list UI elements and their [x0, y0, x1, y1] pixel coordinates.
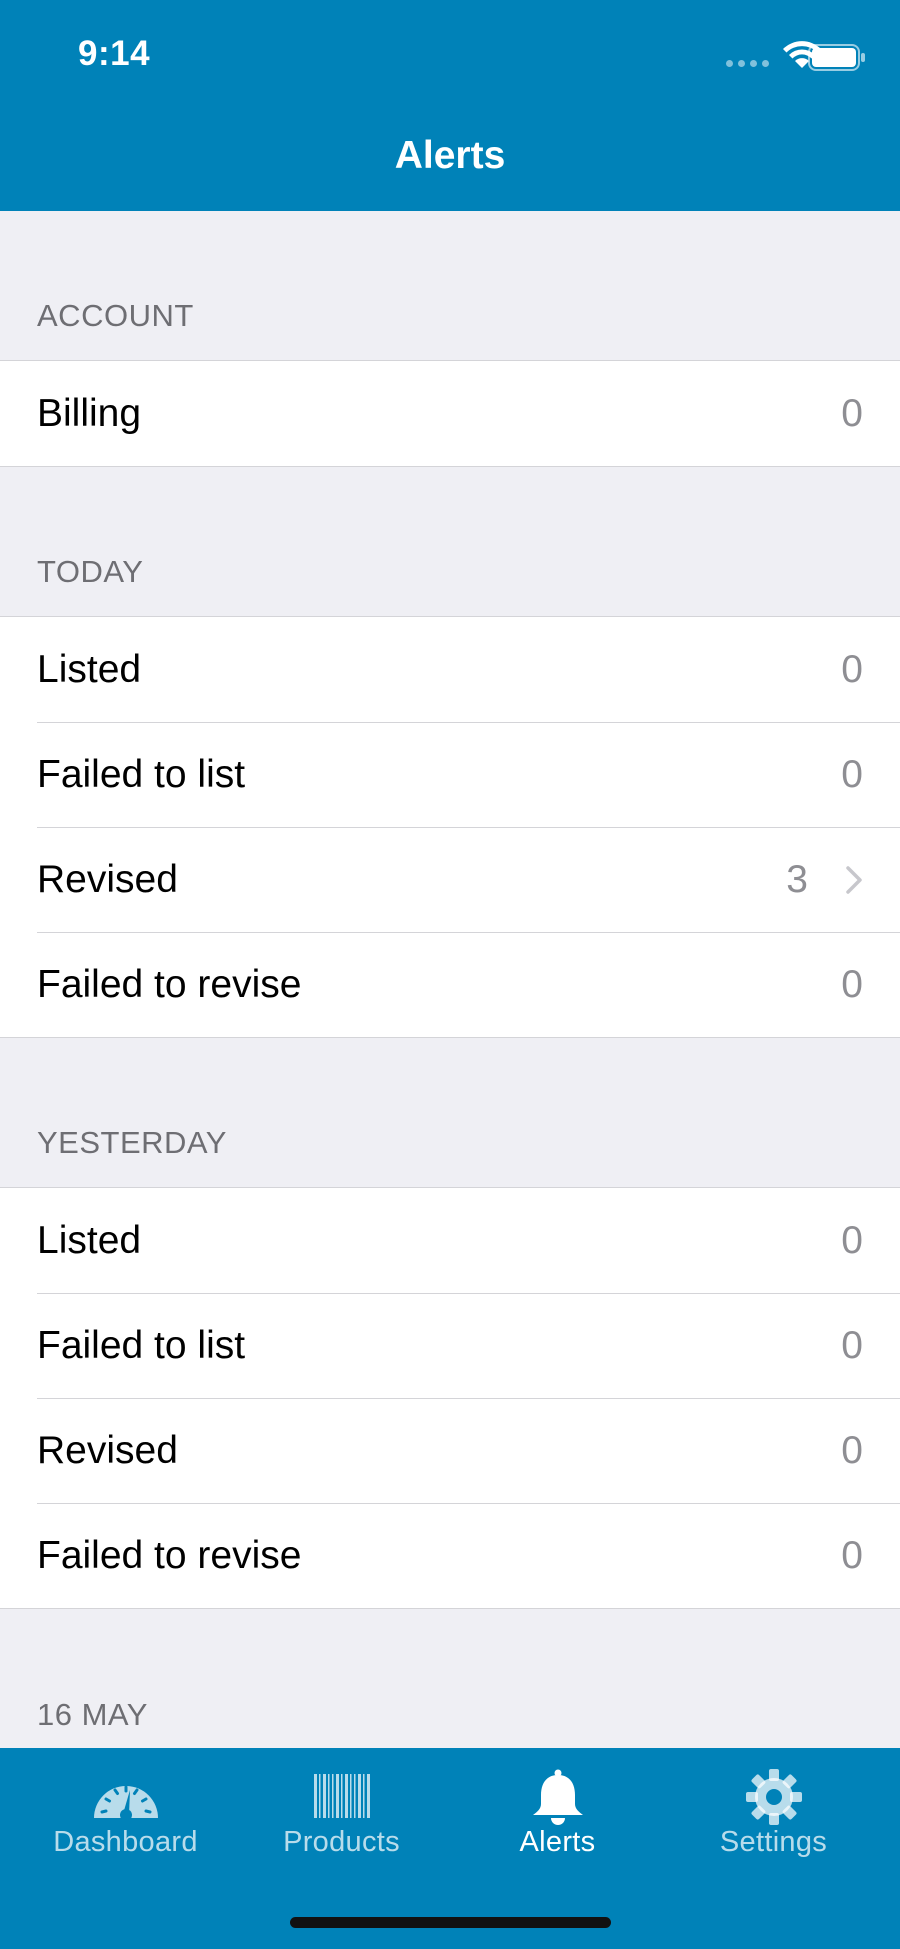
- row-label: Billing: [37, 392, 142, 435]
- section-header-account: ACCOUNT: [0, 211, 900, 361]
- row-label: Failed to revise: [37, 1534, 302, 1577]
- row-count: 3: [786, 858, 808, 901]
- section-header-16-may: 16 MAY: [0, 1609, 900, 1759]
- row-count: 0: [841, 1534, 863, 1577]
- section-header-label: 16 MAY: [37, 1697, 148, 1732]
- row-label: Failed to revise: [37, 963, 302, 1006]
- list-item-today-failed-to-revise[interactable]: Failed to revise 0: [0, 932, 900, 1037]
- section-yesterday: Listed 0 Failed to list 0 Revised 0 Fail…: [0, 1188, 900, 1609]
- battery-icon: [808, 44, 865, 71]
- gear-icon: [746, 1769, 802, 1825]
- row-count: 0: [841, 1429, 863, 1472]
- alerts-list[interactable]: ACCOUNT Billing 0 TODAY Listed 0 Failed …: [0, 211, 900, 1759]
- list-item-yesterday-failed-to-list[interactable]: Failed to list 0: [0, 1293, 900, 1398]
- tab-label: Alerts: [519, 1826, 596, 1858]
- section-header-label: ACCOUNT: [37, 298, 194, 333]
- cellular-signal-icon: [726, 60, 770, 67]
- row-count: 0: [841, 648, 863, 691]
- row-count: 0: [841, 1219, 863, 1262]
- row-label: Listed: [37, 648, 142, 691]
- row-count: 0: [841, 963, 863, 1006]
- list-item-today-failed-to-list[interactable]: Failed to list 0: [0, 722, 900, 827]
- tab-dashboard[interactable]: Dashboard: [13, 1748, 238, 1868]
- tab-products[interactable]: Products: [229, 1748, 454, 1868]
- dashboard-gauge-icon: [94, 1785, 158, 1821]
- row-count: 0: [841, 392, 863, 435]
- chevron-right-icon: [846, 866, 862, 894]
- tab-label: Products: [283, 1826, 400, 1858]
- list-item-today-revised[interactable]: Revised 3: [0, 827, 900, 932]
- list-item-yesterday-listed[interactable]: Listed 0: [0, 1188, 900, 1293]
- barcode-icon: [314, 1774, 370, 1818]
- home-indicator[interactable]: [290, 1917, 611, 1928]
- section-header-today: TODAY: [0, 467, 900, 617]
- section-account: Billing 0: [0, 361, 900, 467]
- section-today: Listed 0 Failed to list 0 Revised 3 Fail…: [0, 617, 900, 1038]
- bell-icon: [533, 1769, 583, 1825]
- section-header-label: TODAY: [37, 554, 144, 589]
- tab-label: Settings: [719, 1826, 828, 1858]
- tab-label: Dashboard: [53, 1826, 198, 1858]
- section-header-yesterday: YESTERDAY: [0, 1038, 900, 1188]
- list-item-today-listed[interactable]: Listed 0: [0, 617, 900, 722]
- section-header-label: YESTERDAY: [37, 1125, 227, 1160]
- row-label: Listed: [37, 1219, 142, 1262]
- row-label: Failed to list: [37, 1324, 246, 1367]
- tab-bar: Dashboard Products Alerts Settings: [0, 1748, 900, 1949]
- page-title: Alerts: [394, 134, 506, 177]
- tab-settings[interactable]: Settings: [661, 1748, 886, 1868]
- tab-alerts[interactable]: Alerts: [445, 1748, 670, 1868]
- list-item-yesterday-revised[interactable]: Revised 0: [0, 1398, 900, 1503]
- status-time: 9:14: [78, 34, 151, 73]
- list-item-yesterday-failed-to-revise[interactable]: Failed to revise 0: [0, 1503, 900, 1608]
- row-count: 0: [841, 1324, 863, 1367]
- row-label: Failed to list: [37, 753, 246, 796]
- row-label: Revised: [37, 1429, 178, 1472]
- row-count: 0: [841, 753, 863, 796]
- row-label: Revised: [37, 858, 178, 901]
- navigation-bar: 9:14 Alerts: [0, 0, 900, 211]
- list-item-billing[interactable]: Billing 0: [0, 361, 900, 466]
